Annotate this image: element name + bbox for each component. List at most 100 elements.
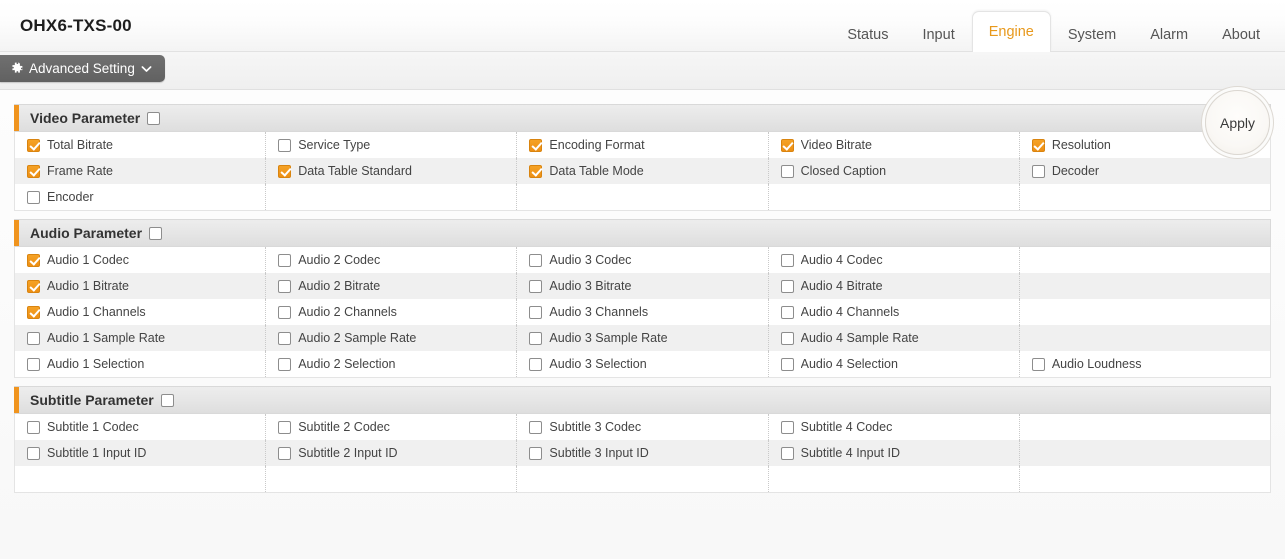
checkbox-subtitle-3-input-id[interactable]	[529, 446, 543, 460]
checkbox-subtitle-4-input-id[interactable]	[780, 446, 794, 460]
parameter-item-decoder[interactable]: Decoder	[1020, 158, 1270, 184]
parameter-item-closed-caption[interactable]: Closed Caption	[769, 158, 1020, 184]
parameter-item-audio-2-bitrate[interactable]: Audio 2 Bitrate	[266, 273, 518, 299]
parameter-item-subtitle-4-codec[interactable]: Subtitle 4 Codec	[769, 414, 1020, 440]
checkbox-total-bitrate[interactable]	[27, 138, 40, 152]
checkbox-subtitle-1-codec[interactable]	[27, 420, 40, 434]
parameter-item-audio-loudness[interactable]: Audio Loudness	[1020, 351, 1270, 377]
parameter-item-audio-3-channels[interactable]: Audio 3 Channels	[517, 299, 769, 325]
parameter-item-audio-4-bitrate[interactable]: Audio 4 Bitrate	[769, 273, 1020, 299]
checkbox-audio-1-bitrate[interactable]	[27, 279, 40, 293]
checkbox-closed-caption[interactable]	[780, 164, 794, 178]
tab-about[interactable]: About	[1205, 17, 1277, 51]
checkbox-encoding-format[interactable]	[529, 138, 543, 152]
checkbox-audio-1-selection[interactable]	[27, 357, 40, 371]
section-select-all-checkbox[interactable]	[149, 226, 163, 240]
parameter-item-subtitle-1-input-id[interactable]: Subtitle 1 Input ID	[15, 440, 267, 466]
parameter-label: Audio 3 Bitrate	[549, 279, 632, 293]
parameter-item-audio-2-selection[interactable]: Audio 2 Selection	[266, 351, 518, 377]
section-select-all-checkbox[interactable]	[160, 393, 174, 407]
parameter-item-subtitle-2-input-id[interactable]: Subtitle 2 Input ID	[266, 440, 518, 466]
parameter-label: Video Bitrate	[800, 138, 872, 152]
parameter-label: Audio 1 Sample Rate	[47, 331, 166, 345]
checkbox-audio-2-selection[interactable]	[278, 357, 292, 371]
parameter-item-data-table-mode[interactable]: Data Table Mode	[517, 158, 769, 184]
parameter-item-data-table-standard[interactable]: Data Table Standard	[266, 158, 518, 184]
parameter-label: Service Type	[298, 138, 371, 152]
parameter-item-audio-1-codec[interactable]: Audio 1 Codec	[15, 247, 267, 273]
checkbox-audio-1-codec[interactable]	[27, 253, 40, 267]
parameter-item-audio-4-codec[interactable]: Audio 4 Codec	[769, 247, 1020, 273]
checkbox-subtitle-3-codec[interactable]	[529, 420, 543, 434]
section-select-all-checkbox[interactable]	[147, 111, 161, 125]
parameter-item-audio-4-sample-rate[interactable]: Audio 4 Sample Rate	[769, 325, 1020, 351]
apply-button[interactable]: Apply	[1205, 90, 1270, 155]
checkbox-audio-4-codec[interactable]	[780, 253, 794, 267]
tab-alarm[interactable]: Alarm	[1133, 17, 1205, 51]
parameter-item-frame-rate[interactable]: Frame Rate	[15, 158, 267, 184]
parameter-item-audio-1-sample-rate[interactable]: Audio 1 Sample Rate	[15, 325, 267, 351]
checkbox-subtitle-1-input-id[interactable]	[27, 446, 40, 460]
parameter-item-audio-1-channels[interactable]: Audio 1 Channels	[15, 299, 267, 325]
checkbox-subtitle-2-input-id[interactable]	[278, 446, 292, 460]
parameter-item-subtitle-2-codec[interactable]: Subtitle 2 Codec	[266, 414, 518, 440]
parameter-item-audio-4-selection[interactable]: Audio 4 Selection	[769, 351, 1020, 377]
checkbox-subtitle-2-codec[interactable]	[278, 420, 292, 434]
checkbox-encoder[interactable]	[27, 190, 40, 204]
checkbox-data-table-mode[interactable]	[529, 164, 543, 178]
checkbox-frame-rate[interactable]	[27, 164, 40, 178]
checkbox-video-bitrate[interactable]	[780, 138, 794, 152]
section-title: Audio Parameter	[30, 225, 143, 241]
parameter-label: Subtitle 2 Codec	[298, 420, 390, 434]
advanced-setting-label: Advanced Setting	[29, 61, 135, 76]
parameter-item-subtitle-3-input-id[interactable]: Subtitle 3 Input ID	[517, 440, 769, 466]
parameter-item-audio-3-sample-rate[interactable]: Audio 3 Sample Rate	[517, 325, 769, 351]
tab-status[interactable]: Status	[830, 17, 905, 51]
checkbox-audio-3-sample-rate[interactable]	[529, 331, 543, 345]
checkbox-service-type[interactable]	[278, 138, 292, 152]
parameter-item-subtitle-4-input-id[interactable]: Subtitle 4 Input ID	[769, 440, 1020, 466]
checkbox-audio-3-channels[interactable]	[529, 305, 543, 319]
parameter-row: Audio 1 Codec Audio 2 Codec Audio 3 Codec A…	[15, 247, 1270, 273]
checkbox-audio-loudness[interactable]	[1031, 357, 1045, 371]
checkbox-audio-4-channels[interactable]	[780, 305, 794, 319]
parameter-item-audio-2-channels[interactable]: Audio 2 Channels	[266, 299, 518, 325]
parameter-item-subtitle-1-codec[interactable]: Subtitle 1 Codec	[15, 414, 267, 440]
checkbox-audio-3-bitrate[interactable]	[529, 279, 543, 293]
checkbox-audio-1-channels[interactable]	[27, 305, 40, 319]
checkbox-audio-3-codec[interactable]	[529, 253, 543, 267]
checkbox-audio-2-bitrate[interactable]	[278, 279, 292, 293]
checkbox-resolution[interactable]	[1031, 138, 1045, 152]
checkbox-decoder[interactable]	[1031, 164, 1045, 178]
checkbox-audio-3-selection[interactable]	[529, 357, 543, 371]
advanced-setting-button[interactable]: Advanced Setting	[0, 55, 165, 82]
parameter-item-audio-4-channels[interactable]: Audio 4 Channels	[769, 299, 1020, 325]
parameter-item-audio-2-sample-rate[interactable]: Audio 2 Sample Rate	[266, 325, 518, 351]
parameter-item-total-bitrate[interactable]: Total Bitrate	[15, 132, 267, 158]
tab-system[interactable]: System	[1051, 17, 1133, 51]
parameter-label: Audio 4 Sample Rate	[800, 331, 919, 345]
parameter-item-service-type[interactable]: Service Type	[266, 132, 518, 158]
tab-engine[interactable]: Engine	[971, 11, 1051, 52]
parameter-item-audio-1-bitrate[interactable]: Audio 1 Bitrate	[15, 273, 267, 299]
parameter-item-audio-1-selection[interactable]: Audio 1 Selection	[15, 351, 267, 377]
checkbox-audio-4-selection[interactable]	[780, 357, 794, 371]
parameter-item-video-bitrate[interactable]: Video Bitrate	[769, 132, 1020, 158]
tab-input[interactable]: Input	[905, 17, 971, 51]
parameter-item-audio-3-bitrate[interactable]: Audio 3 Bitrate	[517, 273, 769, 299]
parameter-item-subtitle-3-codec[interactable]: Subtitle 3 Codec	[517, 414, 769, 440]
parameter-label: Subtitle 1 Input ID	[47, 446, 147, 460]
parameter-item-audio-2-codec[interactable]: Audio 2 Codec	[266, 247, 518, 273]
checkbox-audio-2-sample-rate[interactable]	[278, 331, 292, 345]
checkbox-audio-1-sample-rate[interactable]	[27, 331, 40, 345]
checkbox-audio-2-codec[interactable]	[278, 253, 292, 267]
checkbox-audio-4-sample-rate[interactable]	[780, 331, 794, 345]
parameter-item-encoder[interactable]: Encoder	[15, 184, 267, 210]
parameter-item-audio-3-codec[interactable]: Audio 3 Codec	[517, 247, 769, 273]
checkbox-audio-4-bitrate[interactable]	[780, 279, 794, 293]
parameter-item-encoding-format[interactable]: Encoding Format	[517, 132, 769, 158]
parameter-item-audio-3-selection[interactable]: Audio 3 Selection	[517, 351, 769, 377]
checkbox-subtitle-4-codec[interactable]	[780, 420, 794, 434]
checkbox-audio-2-channels[interactable]	[278, 305, 292, 319]
checkbox-data-table-standard[interactable]	[278, 164, 292, 178]
